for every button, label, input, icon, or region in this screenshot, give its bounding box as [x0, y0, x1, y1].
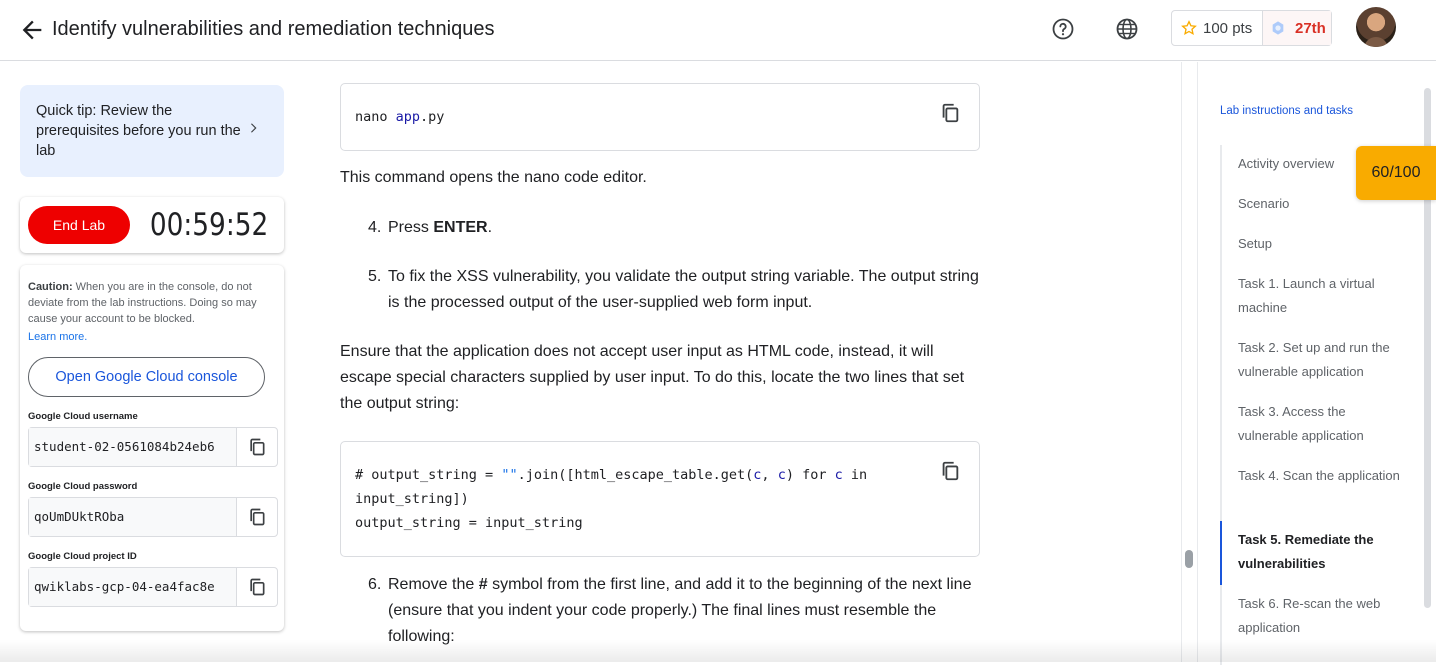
list-item-step-5: 5. To fix the XSS vulnerability, you val… — [340, 264, 980, 316]
toc-active-indicator — [1220, 521, 1222, 585]
globe-icon[interactable] — [1115, 17, 1139, 41]
password-field: qoUmDUktROba — [28, 497, 278, 537]
toc-item-task-3[interactable]: Task 3. Access the vulnerable applicatio… — [1238, 400, 1406, 448]
copy-project-id-icon[interactable] — [237, 568, 277, 606]
rank-value: 27th — [1295, 19, 1326, 37]
code-token: c — [834, 467, 843, 483]
score-box[interactable]: 100 pts 27th — [1171, 10, 1332, 46]
code-token: output_string = input_string — [355, 515, 583, 531]
copy-username-icon[interactable] — [237, 428, 277, 466]
score-badge: 60/100 — [1356, 146, 1436, 200]
quick-tip-text: Quick tip: Review the prerequisites befo… — [36, 103, 241, 159]
project-id-field: qwiklabs-gcp-04-ea4fac8e — [28, 567, 278, 607]
code-token: , — [761, 467, 778, 483]
step-text: Press — [388, 219, 434, 236]
content-scrollbar[interactable] — [1181, 62, 1198, 662]
code-nano-command: nano app.py — [355, 105, 965, 129]
code-block-nano[interactable]: nano app.py — [340, 83, 980, 151]
password-value[interactable]: qoUmDUktROba — [29, 498, 237, 536]
star-icon — [1181, 20, 1197, 35]
paragraph: This command opens the nano code editor. — [340, 169, 647, 186]
lab-timer: 00:59:52 — [149, 207, 268, 243]
quick-tip-card[interactable]: Quick tip: Review the prerequisites befo… — [20, 85, 284, 177]
lab-instructions-content: nano app.py This command opens the nano … — [340, 83, 980, 650]
copy-password-icon[interactable] — [237, 498, 277, 536]
page-title: Identify vulnerabilities and remediation… — [52, 18, 495, 40]
username-label: Google Cloud username — [28, 411, 138, 422]
toc-item-task-1[interactable]: Task 1. Launch a virtual machine — [1238, 272, 1406, 320]
end-lab-button[interactable]: End Lab — [28, 206, 130, 244]
code-token: ) for — [785, 467, 835, 483]
caution-label: Caution: — [28, 281, 73, 293]
points-value: 100 pts — [1203, 19, 1253, 37]
learn-more-link[interactable]: Learn more. — [28, 329, 87, 345]
toc-rail — [1220, 145, 1222, 665]
copy-code-icon[interactable] — [939, 102, 961, 124]
step-number: 5. — [368, 268, 382, 285]
toc-item-task-2[interactable]: Task 2. Set up and run the vulnerable ap… — [1238, 336, 1406, 384]
toc-item-task-5[interactable]: Task 5. Remediate the vulnerabilities — [1238, 528, 1406, 576]
caution-text: Caution: When you are in the console, do… — [28, 279, 276, 327]
rank-display: 27th — [1263, 11, 1331, 45]
top-bar: Identify vulnerabilities and remediation… — [0, 0, 1436, 61]
step-bold: # — [478, 576, 488, 593]
points-display: 100 pts — [1172, 11, 1263, 45]
user-avatar[interactable] — [1356, 7, 1396, 47]
open-console-button[interactable]: Open Google Cloud console — [28, 357, 265, 397]
username-field: student-02-0561084b24eb6 — [28, 427, 278, 467]
chevron-right-icon — [251, 123, 257, 133]
code-token: nano — [355, 109, 396, 125]
step-text: . — [487, 219, 493, 236]
help-circle-icon[interactable] — [1051, 17, 1075, 41]
toc-item-task-6[interactable]: Task 6. Re-scan the web application — [1238, 592, 1406, 640]
paragraph: Ensure that the application does not acc… — [340, 343, 965, 412]
toc-title[interactable]: Lab instructions and tasks — [1220, 105, 1353, 117]
project-id-value[interactable]: qwiklabs-gcp-04-ea4fac8e — [29, 568, 237, 606]
list-item-step-6: 6. Remove the # symbol from the first li… — [340, 572, 980, 650]
code-token: c — [777, 467, 786, 483]
project-id-label: Google Cloud project ID — [28, 551, 137, 562]
toc-item-task-4[interactable]: Task 4. Scan the application — [1238, 464, 1406, 488]
code-block-output-string[interactable]: # output_string = "".join([html_escape_t… — [340, 441, 980, 557]
code-token: app — [395, 109, 421, 125]
content-scrollbar-thumb[interactable] — [1185, 550, 1193, 568]
code-output-string: # output_string = "".join([html_escape_t… — [355, 463, 915, 535]
code-token: "" — [501, 467, 518, 483]
username-value[interactable]: student-02-0561084b24eb6 — [29, 428, 237, 466]
step-number: 4. — [368, 219, 382, 236]
toc-item-setup[interactable]: Setup — [1238, 232, 1406, 256]
code-token: .join([html_escape_table.get( — [517, 467, 754, 483]
lab-control-panel: Quick tip: Review the prerequisites befo… — [20, 85, 284, 631]
step-number: 6. — [368, 576, 382, 593]
timer-card: End Lab 00:59:52 — [20, 197, 284, 253]
league-gem-icon — [1272, 21, 1284, 35]
code-token: # output_string = — [355, 467, 502, 483]
credentials-card: Caution: When you are in the console, do… — [20, 265, 284, 631]
copy-code-icon[interactable] — [939, 460, 961, 482]
step-text: Remove the — [388, 576, 479, 593]
step-text: To fix the XSS vulnerability, you valida… — [388, 268, 979, 311]
back-arrow-icon[interactable] — [18, 16, 46, 44]
code-token: .py — [420, 109, 445, 125]
step-bold: ENTER — [433, 219, 488, 236]
password-label: Google Cloud password — [28, 481, 138, 492]
list-item-step-4: 4. Press ENTER. — [340, 215, 980, 241]
